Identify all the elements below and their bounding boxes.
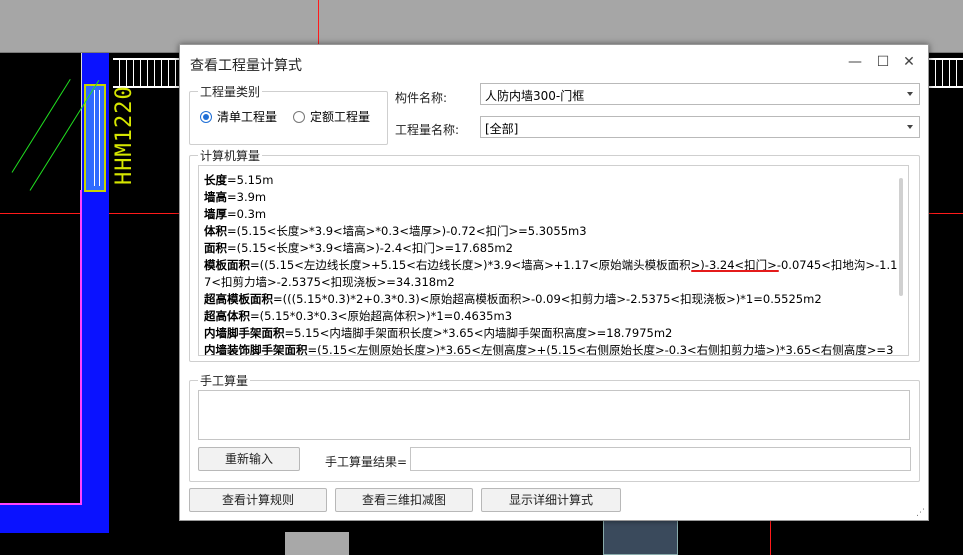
- cad-diagonal: [11, 78, 71, 173]
- cad-door-label: HHM1220: [112, 85, 137, 185]
- railing: [113, 58, 179, 88]
- formula-line: 面积=(5.15<长度>*3.9<墙高>)-2.4<扣门>=17.685m2: [204, 241, 513, 255]
- cad-block: [285, 532, 349, 555]
- railing: [929, 58, 963, 88]
- component-name-label: 构件名称:: [395, 91, 448, 105]
- formula-line: 超高体积=(5.15*0.3*0.3<原始超高体积>)*1=0.4635m3: [204, 309, 513, 323]
- radio-label: 清单工程量: [217, 110, 278, 124]
- chevron-down-icon[interactable]: [907, 125, 913, 129]
- formula-line: 内墙装饰脚手架面积=(5.15<左侧原始长度>)*3.65<左侧高度>+(5.1…: [204, 343, 894, 356]
- manual-result-label: 手工算量结果=: [325, 455, 408, 469]
- chevron-down-icon[interactable]: [907, 92, 913, 96]
- formula-line: 墙高=3.9m: [204, 190, 267, 204]
- cad-block: [603, 520, 678, 555]
- close-icon[interactable]: ✕: [898, 51, 920, 73]
- vertical-scrollbar[interactable]: [899, 178, 903, 296]
- computer-calc-title: 计算机算量: [198, 147, 263, 164]
- reenter-button[interactable]: 重新输入: [198, 447, 300, 471]
- quantity-formula-dialog: 查看工程量计算式 — ☐ ✕ 工程量类别 清单工程量 定额工程量 构件名称: 人…: [179, 44, 929, 521]
- wall-slab: [0, 505, 109, 533]
- category-group: 工程量类别 清单工程量 定额工程量: [189, 83, 388, 145]
- axis-line: [770, 521, 771, 555]
- axis-line: [929, 213, 963, 214]
- maximize-icon[interactable]: ☐: [872, 51, 894, 73]
- manual-formula-input[interactable]: [198, 390, 910, 440]
- formula-line: 长度=5.15m: [204, 173, 274, 187]
- view-3d-deduction-button[interactable]: 查看三维扣减图: [335, 488, 473, 512]
- axis-line: [318, 0, 319, 44]
- dialog-title: 查看工程量计算式: [190, 58, 302, 74]
- radio-selected-icon[interactable]: [200, 110, 212, 123]
- category-group-title: 工程量类别: [198, 83, 263, 100]
- quantity-name-value: [全部]: [485, 122, 519, 136]
- radio-bill-quantity[interactable]: 清单工程量: [200, 108, 277, 125]
- resize-grip-icon[interactable]: ⋰: [916, 508, 925, 518]
- dialog-titlebar[interactable]: 查看工程量计算式 — ☐ ✕: [180, 45, 928, 81]
- formula-line: 7<扣剪力墙>-2.5375<扣现浇板>=34.318m2: [204, 275, 455, 289]
- formula-line: 墙厚=0.3m: [204, 207, 267, 221]
- show-details-button[interactable]: 显示详细计算式: [481, 488, 621, 512]
- formula-line: 内墙脚手架面积=5.15<内墙脚手架面积长度>*3.65<内墙脚手架面积高度>=…: [204, 326, 673, 340]
- quantity-name-label: 工程量名称:: [395, 123, 460, 137]
- component-name-select[interactable]: 人防内墙300-门框: [480, 83, 920, 105]
- annotation-underline: [691, 270, 779, 272]
- formula-textarea[interactable]: 长度=5.15m 墙高=3.9m 墙厚=0.3m 体积=(5.15<长度>*3.…: [198, 165, 909, 356]
- radio-quota-quantity[interactable]: 定额工程量: [293, 108, 370, 125]
- formula-line: 体积=(5.15<长度>*3.9<墙高>*0.3<墙厚>)-0.72<扣门>=5…: [204, 224, 587, 238]
- radio-unselected-icon[interactable]: [293, 110, 305, 123]
- radio-label: 定额工程量: [310, 110, 371, 124]
- formula-line: 模板面积=((5.15<左边线长度>+5.15<右边线长度>)*3.9<墙高>+…: [204, 258, 898, 272]
- quantity-name-select[interactable]: [全部]: [480, 116, 920, 138]
- component-name-value: 人防内墙300-门框: [485, 89, 585, 103]
- minimize-icon[interactable]: —: [844, 51, 866, 73]
- view-rules-button[interactable]: 查看计算规则: [189, 488, 327, 512]
- door-frame[interactable]: [84, 84, 106, 192]
- manual-calc-title: 手工算量: [198, 372, 251, 389]
- manual-result-field[interactable]: [410, 447, 911, 471]
- formula-line: 超高模板面积=(((5.15*0.3)*2+0.3*0.3)<原始超高模板面积>…: [204, 292, 822, 306]
